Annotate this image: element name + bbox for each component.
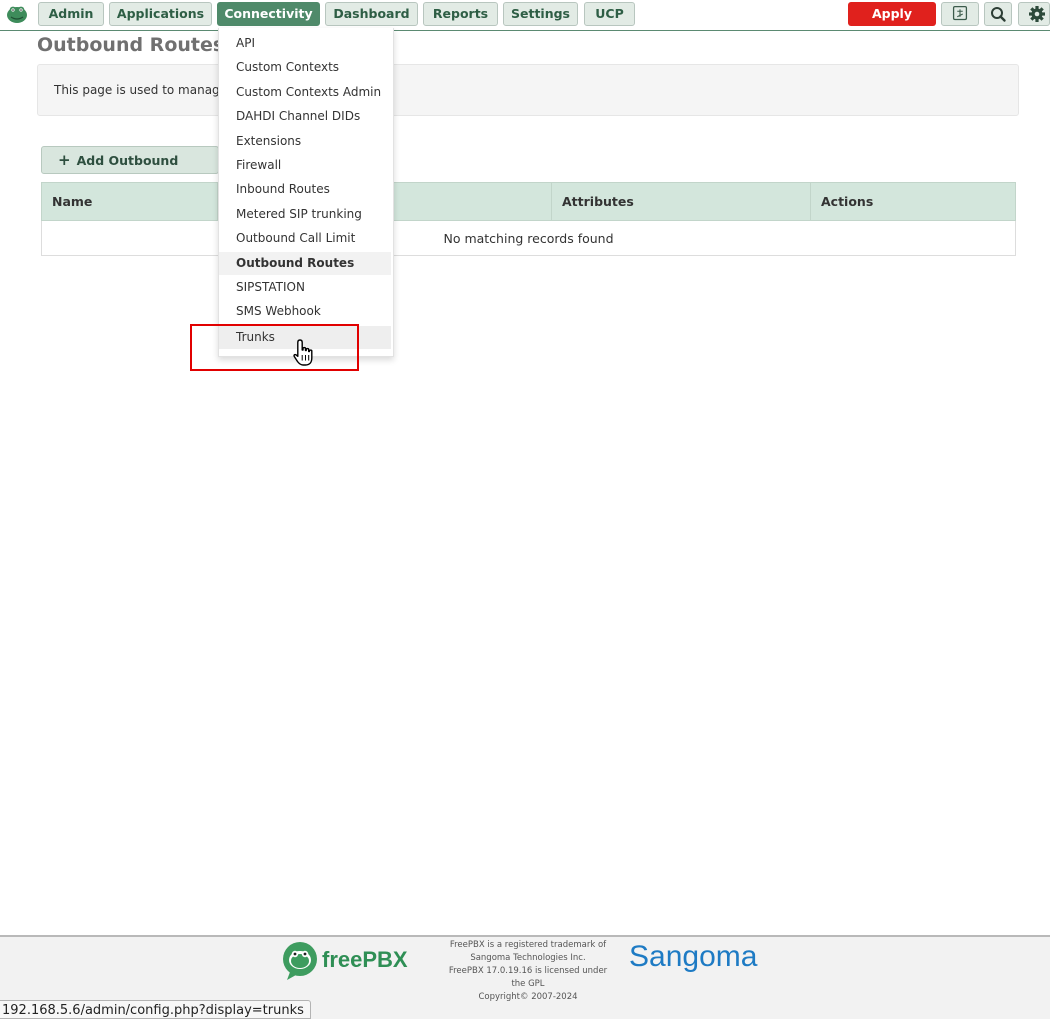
search-button[interactable] [984,2,1012,26]
menu-item-metered-sip-trunking[interactable]: Metered SIP trunking [219,203,391,226]
footer-line: Sangoma Technologies Inc. [470,953,586,963]
table-header-row: Name Attributes Actions [41,182,1016,221]
empty-message: No matching records found [41,220,1016,256]
nav-settings[interactable]: Settings [503,2,578,26]
info-box: This page is used to manage [37,64,1019,116]
nav-dashboard[interactable]: Dashboard [325,2,418,26]
status-bar-url: 192.168.5.6/admin/config.php?display=tru… [0,1000,311,1019]
hand-pointer-cursor-icon [293,339,313,366]
menu-item-dahdi-channel-dids[interactable]: DAHDI Channel DIDs [219,105,391,128]
freepbx-logo-text: freePBX [322,947,408,972]
freepbx-logo-icon[interactable] [6,3,28,25]
menu-item-firewall[interactable]: Firewall [219,154,391,177]
nav-connectivity[interactable]: Connectivity [217,2,320,26]
column-header-attributes[interactable]: Attributes [551,182,811,221]
footer-line: the GPL [511,979,545,989]
nav-applications[interactable]: Applications [109,2,212,26]
menu-item-sipstation[interactable]: SIPSTATION [219,276,391,299]
language-button[interactable] [941,2,979,26]
search-icon [991,7,1006,22]
column-header-actions[interactable]: Actions [810,182,1016,221]
nav-admin[interactable]: Admin [38,2,104,26]
routes-table: Name Attributes Actions No matching reco… [41,182,1016,256]
settings-button[interactable] [1018,2,1050,26]
highlight-box [190,324,359,371]
freepbx-footer-logo[interactable]: freePBX [281,939,413,983]
menu-item-outbound-routes[interactable]: Outbound Routes [219,252,391,275]
connectivity-dropdown-menu: API Custom Contexts Custom Contexts Admi… [218,28,394,357]
sangoma-logo[interactable]: Sangoma [629,940,757,974]
footer-line: Copyright© 2007-2024 [478,992,578,1002]
gear-icon [1029,6,1045,22]
table-row: No matching records found [41,220,1016,256]
info-text: This page is used to manage [54,83,228,97]
menu-item-api[interactable]: API [219,32,391,55]
footer-line: FreePBX 17.0.19.16 is licensed under [448,966,608,976]
menu-item-extensions[interactable]: Extensions [219,130,391,153]
apply-config-button[interactable]: Apply Config [848,2,936,45]
nav-ucp[interactable]: UCP [584,2,635,26]
nav-reports[interactable]: Reports [423,2,498,26]
column-header-name[interactable]: Name [41,182,218,221]
footer-line: FreePBX is a registered trademark of [449,940,607,950]
menu-item-custom-contexts-admin[interactable]: Custom Contexts Admin [219,81,391,104]
language-icon [952,6,968,21]
top-nav-bar: Admin Applications Connectivity Dashboar… [0,0,1050,45]
plus-icon: + [58,151,71,169]
menu-item-outbound-call-limit[interactable]: Outbound Call Limit [219,227,391,250]
page-title: Outbound Routes [37,34,225,56]
add-outbound-route-button[interactable]: +Add Outbound Route [41,146,219,194]
footer-legal-text: FreePBX is a registered trademark of San… [440,939,616,1004]
menu-item-sms-webhook[interactable]: SMS Webhook [219,300,391,323]
menu-item-inbound-routes[interactable]: Inbound Routes [219,178,391,201]
menu-item-custom-contexts[interactable]: Custom Contexts [219,56,391,79]
